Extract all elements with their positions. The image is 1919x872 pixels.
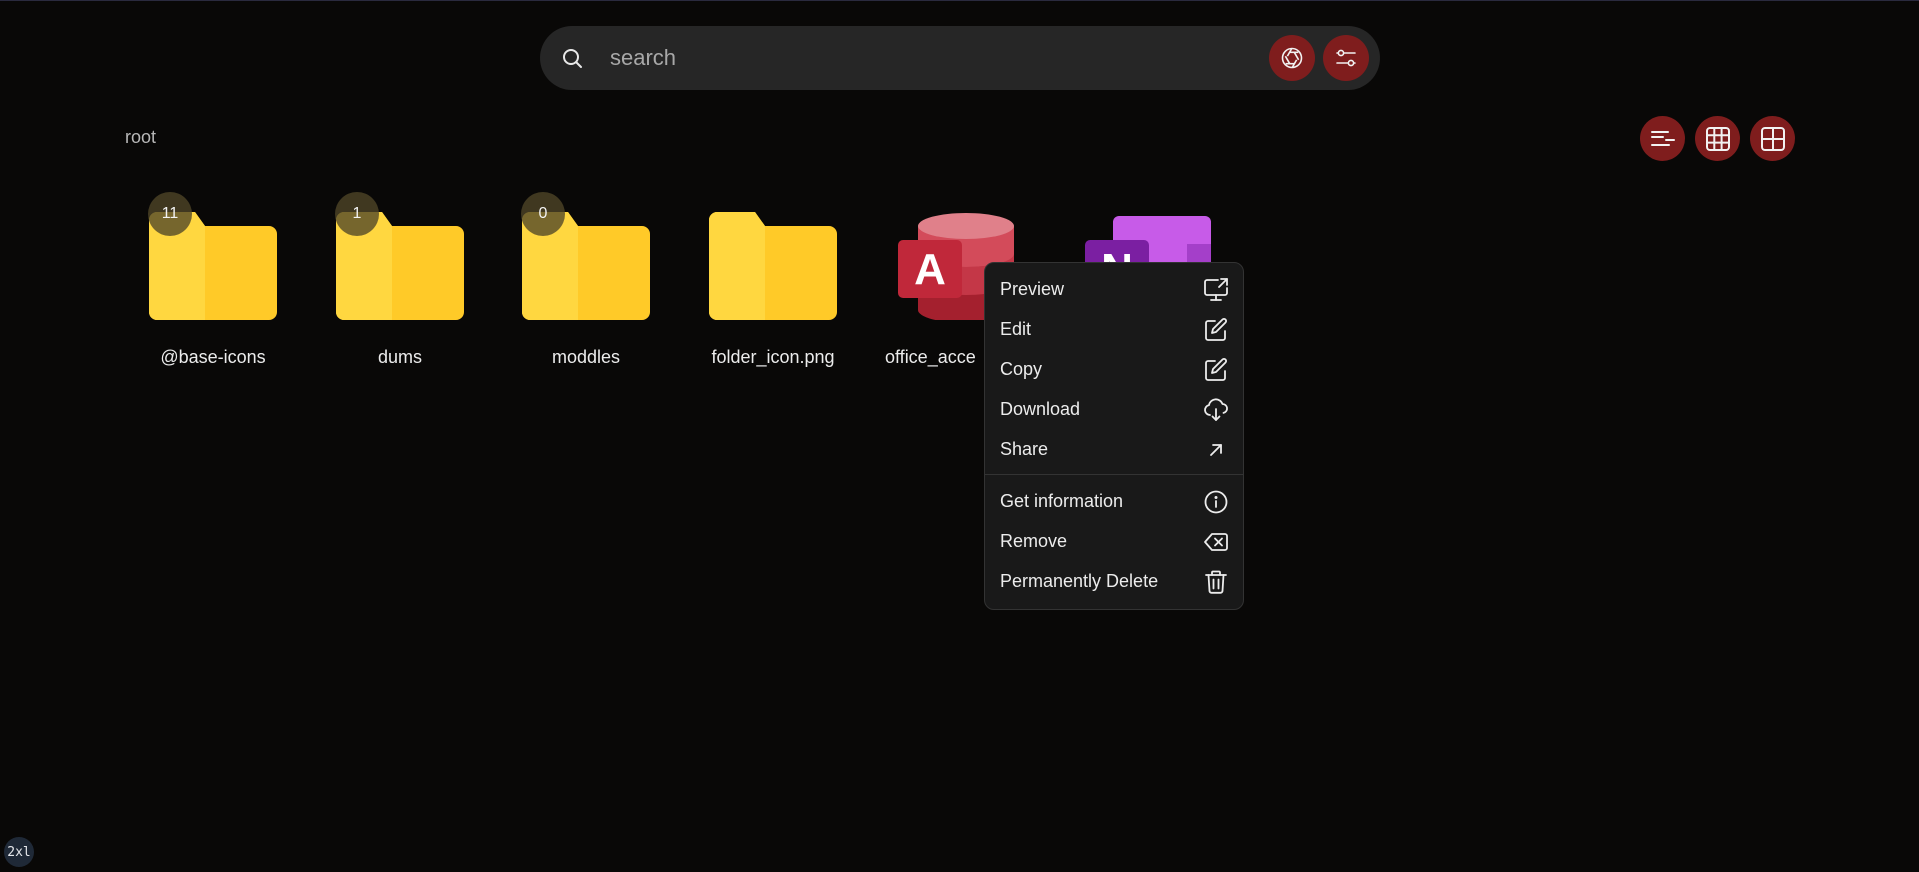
filter-sliders-icon [1336, 49, 1356, 67]
grid-view-button[interactable] [1695, 116, 1740, 161]
menu-item-label: Edit [1000, 318, 1032, 339]
item-count-badge: 11 [148, 192, 192, 236]
breadcrumb[interactable]: root [125, 127, 156, 148]
menu-item-share[interactable]: Share [985, 429, 1243, 469]
edit-pencil-icon [1205, 318, 1227, 341]
file-name: office_acce [885, 347, 976, 367]
file-name: moddles [551, 347, 621, 367]
menu-item-get-information[interactable]: Get information [985, 481, 1243, 521]
menu-item-label: Get information [1000, 490, 1124, 511]
folder-image-icon [709, 212, 837, 320]
info-circle-icon [1204, 490, 1228, 514]
backspace-remove-icon [1204, 533, 1228, 551]
menu-divider [985, 474, 1243, 475]
menu-item-download[interactable]: Download [985, 389, 1243, 429]
svg-text:A: A [914, 245, 946, 294]
item-count-badge: 0 [521, 192, 565, 236]
filter-button[interactable] [1323, 35, 1369, 81]
list-view-icon [1650, 130, 1675, 146]
share-arrow-icon [1210, 444, 1222, 456]
menu-item-edit[interactable]: Edit [985, 309, 1243, 349]
file-tile-base-icons[interactable]: 11 @base-icons [128, 192, 298, 372]
search-icon[interactable] [560, 46, 584, 70]
item-count-badge: 1 [335, 192, 379, 236]
cloud-download-icon [1204, 398, 1228, 421]
camera-aperture-icon [1281, 47, 1303, 69]
menu-item-label: Permanently Delete [1000, 570, 1159, 591]
menu-item-copy[interactable]: Copy [985, 349, 1243, 389]
copy-pencil-icon [1205, 358, 1227, 381]
search-bar [540, 26, 1380, 90]
file-tile-moddles[interactable]: 0 moddles [501, 192, 671, 372]
menu-item-preview[interactable]: Preview [985, 269, 1243, 309]
large-grid-view-button[interactable] [1750, 116, 1795, 161]
search-input[interactable] [610, 38, 1210, 78]
file-name: folder_icon.png [711, 347, 835, 367]
file-tile-folder-icon-png[interactable]: folder_icon.png [688, 192, 858, 372]
menu-item-label: Remove [1000, 530, 1068, 551]
menu-item-label: Download [1000, 398, 1081, 419]
menu-item-label: Preview [1000, 278, 1065, 299]
list-view-button[interactable] [1640, 116, 1685, 161]
grid-view-icon [1705, 126, 1730, 151]
image-search-button[interactable] [1269, 35, 1315, 81]
context-menu: Preview Edit Copy Download Share Get inf… [984, 262, 1244, 610]
menu-item-remove[interactable]: Remove [985, 521, 1243, 561]
preview-monitor-icon [1204, 278, 1228, 301]
breakpoint-badge: 2xl [4, 837, 34, 867]
file-tile-dums[interactable]: 1 dums [315, 192, 485, 372]
menu-item-label: Copy [1000, 358, 1043, 379]
large-grid-view-icon [1760, 126, 1785, 151]
menu-item-label: Share [1000, 438, 1049, 459]
file-name: @base-icons [160, 347, 266, 367]
menu-item-permanently-delete[interactable]: Permanently Delete [985, 561, 1243, 601]
trash-icon [1205, 570, 1227, 594]
top-border [0, 0, 1919, 1]
file-name: dums [377, 347, 422, 367]
